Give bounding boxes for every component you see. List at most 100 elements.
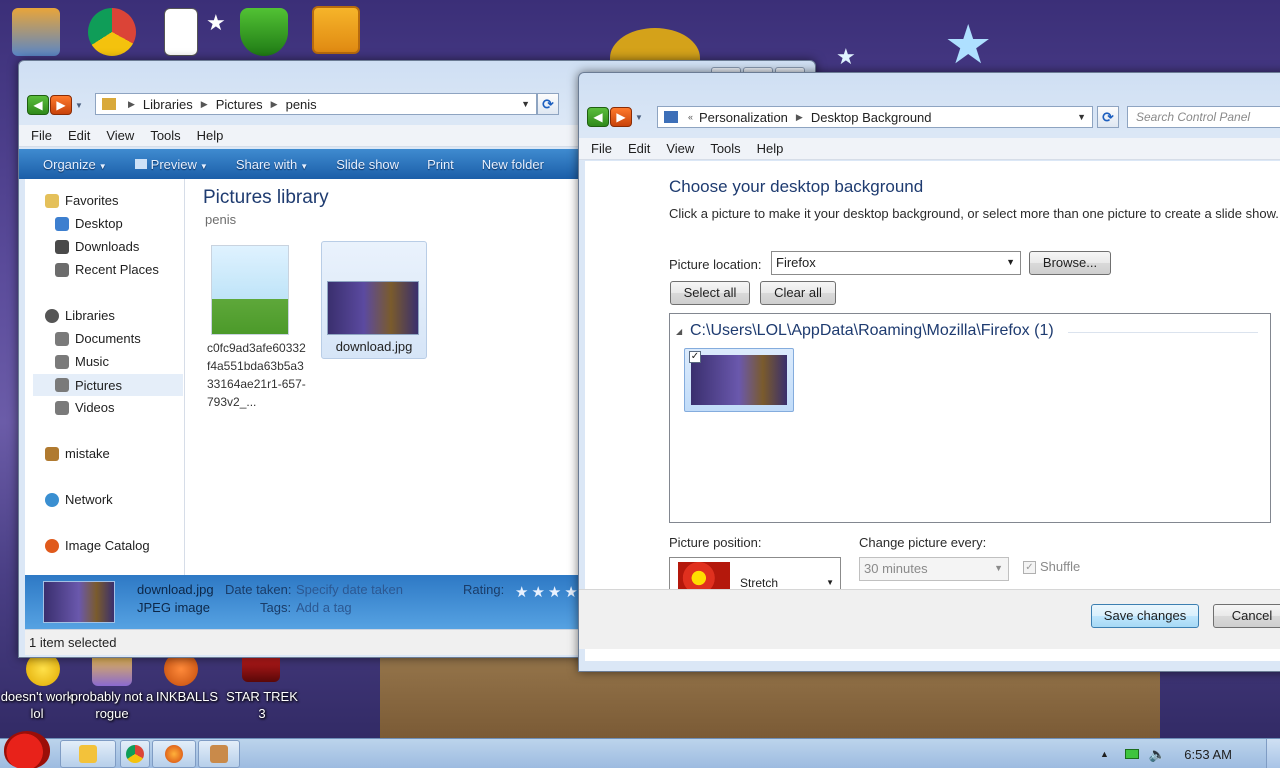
nav-mistake[interactable]: mistake (45, 446, 110, 461)
change-every-select[interactable]: 30 minutes ▼ (859, 557, 1009, 581)
chrome-icon (126, 745, 144, 763)
forward-button[interactable]: ▶ (50, 95, 72, 115)
folder-group-header[interactable]: C:\Users\LOL\AppData\Roaming\Mozilla\Fir… (690, 322, 1054, 340)
menu-help[interactable]: Help (757, 141, 784, 156)
picture-location-select[interactable]: Firefox ▼ (771, 251, 1021, 275)
nav-documents[interactable]: Documents (55, 331, 141, 346)
computer-icon[interactable] (12, 8, 60, 56)
desktop-icon-label-inkballs[interactable]: INKBALLS (150, 688, 224, 705)
file-thumbnail-2[interactable] (327, 281, 419, 335)
share-with-button[interactable]: Share with ▼ (236, 157, 308, 172)
desktop-wallpaper-star-small: ★ (836, 44, 856, 69)
taskbar-chrome-button[interactable] (120, 740, 150, 768)
search-control-panel-input[interactable]: Search Control Panel (1127, 106, 1280, 128)
explorer-icon (79, 745, 97, 763)
nav-downloads[interactable]: Downloads (55, 239, 139, 254)
address-dropdown-icon[interactable]: ▼ (521, 99, 530, 109)
picture-position-select[interactable]: Stretch ▼ (669, 557, 841, 594)
details-thumbnail (43, 581, 115, 623)
menu-view[interactable]: View (106, 128, 134, 143)
details-tags-value[interactable]: Add a tag (296, 600, 352, 615)
breadcrumb-current[interactable]: penis (286, 97, 317, 112)
recent-pages-dropdown[interactable]: ▼ (635, 113, 643, 122)
explorer-address-bar[interactable]: ▶ Libraries ▶ Pictures ▶ penis ▼ (95, 93, 537, 115)
pictures-icon (55, 378, 69, 392)
chevron-down-icon: ▼ (994, 563, 1003, 573)
desktop-icon-label-probably-not-a-rogue[interactable]: probably not a rogue (70, 688, 154, 722)
picture-thumbnail[interactable] (691, 355, 787, 405)
nav-music-label: Music (75, 354, 109, 369)
cp-footer: Save changes Cancel (579, 589, 1280, 649)
browse-button[interactable]: Browse... (1029, 251, 1111, 275)
rating-stars[interactable]: ★★★★ (515, 583, 581, 601)
organize-button[interactable]: Organize ▼ (43, 157, 107, 172)
start-button-angry-bird-icon[interactable] (4, 731, 50, 768)
nav-pictures[interactable]: Pictures (33, 374, 183, 396)
menu-file[interactable]: File (591, 141, 612, 156)
control-panel-window[interactable]: ◀ ▶ ▼ « Personalization ▶ Desktop Backgr… (578, 72, 1280, 672)
nav-music[interactable]: Music (55, 354, 109, 369)
cancel-button[interactable]: Cancel (1213, 604, 1280, 628)
refresh-button[interactable]: ⟳ (1097, 106, 1119, 128)
volume-icon[interactable]: 🔈 (1149, 746, 1166, 763)
clock[interactable]: 6:53 AM (1184, 747, 1232, 762)
desktop-icon-label-star-trek[interactable]: STAR TREK 3 (222, 688, 302, 722)
address-dropdown-icon[interactable]: ▼ (1077, 112, 1086, 122)
collapse-arrow-icon[interactable]: ◢ (676, 327, 682, 336)
refresh-button[interactable]: ⟳ (537, 93, 559, 115)
nav-videos[interactable]: Videos (55, 400, 115, 415)
menu-view[interactable]: View (666, 141, 694, 156)
back-button[interactable]: ◀ (587, 107, 609, 127)
breadcrumb-pictures[interactable]: Pictures (216, 97, 263, 112)
nav-libraries[interactable]: Libraries (45, 308, 115, 323)
preview-button[interactable]: Preview ▼ (134, 157, 208, 172)
save-changes-button[interactable]: Save changes (1091, 604, 1199, 628)
file-name-2[interactable]: download.jpg (321, 339, 427, 354)
nav-favorites[interactable]: Favorites (45, 193, 118, 208)
select-all-button[interactable]: Select all (670, 281, 750, 305)
cp-address-bar[interactable]: « Personalization ▶ Desktop Background ▼ (657, 106, 1093, 128)
nav-videos-label: Videos (75, 400, 115, 415)
breadcrumb-libraries[interactable]: Libraries (143, 97, 193, 112)
nav-recent-places[interactable]: Recent Places (55, 262, 159, 277)
show-desktop-button[interactable] (1266, 739, 1280, 768)
nav-image-catalog[interactable]: Image Catalog (45, 538, 150, 553)
slide-show-button[interactable]: Slide show (336, 157, 399, 172)
menu-edit[interactable]: Edit (628, 141, 650, 156)
nav-desktop[interactable]: Desktop (55, 216, 123, 231)
forward-button[interactable]: ▶ (610, 107, 632, 127)
file-thumbnail-1[interactable] (211, 245, 289, 335)
taskbar-explorer-button[interactable] (60, 740, 116, 768)
breadcrumb-personalization[interactable]: Personalization (699, 110, 788, 125)
details-tags-label: Tags: (260, 600, 292, 615)
menu-tools[interactable]: Tools (710, 141, 740, 156)
details-date-value[interactable]: Specify date taken (296, 582, 403, 597)
menu-edit[interactable]: Edit (68, 128, 90, 143)
shield-icon[interactable] (240, 8, 288, 56)
print-button[interactable]: Print (427, 157, 454, 172)
taskbar-firefox-button[interactable] (152, 740, 196, 768)
menu-file[interactable]: File (31, 128, 52, 143)
menu-help[interactable]: Help (197, 128, 224, 143)
back-button[interactable]: ◀ (27, 95, 49, 115)
picture-tile-selected[interactable]: ✓ (684, 348, 794, 412)
picture-checkbox[interactable]: ✓ (689, 351, 701, 363)
show-hidden-icons-icon[interactable]: ▲ (1100, 749, 1109, 759)
nav-network[interactable]: Network (45, 492, 113, 507)
chrome-icon[interactable] (88, 8, 136, 56)
taskbar-paint-button[interactable] (198, 740, 240, 768)
bad-piggies-icon[interactable] (312, 6, 360, 54)
nav-mistake-label: mistake (65, 446, 110, 461)
star-icon[interactable]: ★ (206, 10, 226, 36)
new-folder-button[interactable]: New folder (482, 157, 544, 172)
clear-all-button[interactable]: Clear all (760, 281, 836, 305)
recent-pages-dropdown[interactable]: ▼ (75, 101, 83, 110)
breadcrumb-desktop-background[interactable]: Desktop Background (811, 110, 932, 125)
battery-icon[interactable] (1124, 749, 1139, 759)
file-name-1[interactable]: c0fc9ad3afe60332f4a551bda63b5a333164ae21… (207, 339, 307, 411)
menu-tools[interactable]: Tools (150, 128, 180, 143)
shuffle-checkbox[interactable]: ✓ (1023, 561, 1036, 574)
firefox-icon (165, 745, 183, 763)
solitaire-icon[interactable] (164, 8, 198, 56)
desktop-icon-label-doesnt-work[interactable]: doesn't work lol (0, 688, 74, 722)
